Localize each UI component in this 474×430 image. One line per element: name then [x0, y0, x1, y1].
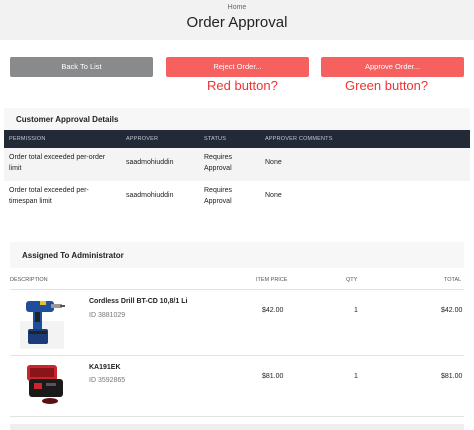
permission-text: Order total exceeded per-order: [9, 154, 106, 161]
status-text: Approval: [204, 165, 232, 172]
items-section-title: Assigned To Administrator: [22, 251, 124, 260]
item-qty: 1: [354, 307, 358, 314]
col-item-price: ITEM PRICE: [256, 277, 288, 283]
item-id: ID 3881029: [89, 312, 126, 319]
divider: [10, 289, 464, 290]
item-name[interactable]: Cordless Drill BT-CD 10,8/1 Li: [89, 298, 187, 305]
approver-comment: None: [265, 159, 282, 166]
item-id: ID 3592865: [89, 377, 126, 384]
page-title: Order Approval: [186, 14, 288, 31]
status-text: Requires: [204, 187, 233, 194]
col-description: DESCRIPTION: [10, 277, 48, 283]
item-qty: 1: [354, 373, 358, 380]
approver-name: saadmohiuddin: [126, 159, 174, 166]
approve-order-button[interactable]: Approve Order...: [321, 57, 464, 77]
col-approver: APPROVER: [126, 136, 159, 142]
page-header: Home Order Approval: [0, 0, 474, 40]
approval-table-header: PERMISSION APPROVER STATUS APPROVER COMM…: [4, 130, 470, 148]
col-approver-comments: APPROVER COMMENTS: [265, 136, 333, 142]
breadcrumb[interactable]: Home: [0, 4, 474, 11]
back-to-list-button[interactable]: Back To List: [10, 57, 153, 77]
col-permission: PERMISSION: [9, 136, 46, 142]
item-price: $81.00: [262, 373, 284, 380]
col-qty: QTY: [346, 277, 358, 283]
approver-name: saadmohiuddin: [126, 192, 174, 199]
approver-comment: None: [265, 192, 282, 199]
approval-row: Order total exceeded per- timespan limit…: [4, 181, 470, 214]
permission-text: limit: [9, 165, 22, 172]
cordless-drill-image: [20, 301, 65, 349]
approve-annotation: Green button?: [345, 78, 429, 93]
permission-text: Order total exceeded per-: [9, 187, 89, 194]
bottom-section-edge: [10, 424, 464, 430]
item-name[interactable]: KA191EK: [89, 364, 121, 371]
approval-row: Order total exceeded per-order limit saa…: [4, 148, 470, 181]
status-text: Approval: [204, 198, 232, 205]
item-total: $42.00: [441, 307, 463, 314]
divider: [10, 416, 464, 417]
approval-section-title: Customer Approval Details: [16, 115, 119, 124]
item-total: $81.00: [441, 373, 463, 380]
approval-table: PERMISSION APPROVER STATUS APPROVER COMM…: [4, 130, 470, 214]
reject-order-button[interactable]: Reject Order...: [166, 57, 309, 77]
permission-text: timespan limit: [9, 198, 52, 205]
col-total: TOTAL: [444, 277, 462, 283]
item-price: $42.00: [262, 307, 284, 314]
divider: [10, 355, 464, 356]
status-text: Requires: [204, 154, 233, 161]
col-status: STATUS: [204, 136, 227, 142]
tool-case-image: [27, 365, 63, 404]
reject-annotation: Red button?: [207, 78, 278, 93]
